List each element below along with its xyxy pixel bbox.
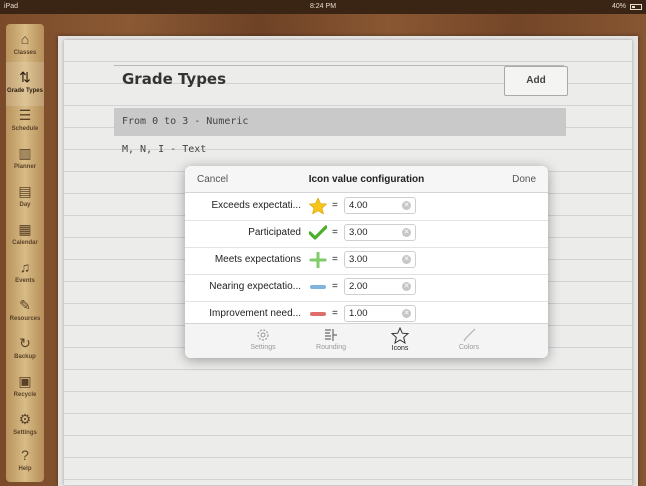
help-icon: ? (21, 447, 29, 463)
sidebar-item-label: Recycle (13, 392, 37, 398)
battery-percent: 40% (611, 3, 626, 10)
clear-icon[interactable]: ✕ (402, 201, 411, 210)
star-icon (308, 197, 328, 215)
equals-sign: = (332, 200, 338, 211)
sidebar-item-label: Resources (9, 316, 41, 322)
sidebar-item-label: Events (15, 278, 35, 284)
checkmark-icon (308, 225, 328, 241)
bell-icon: ♫ (19, 259, 31, 275)
sidebar-item-help[interactable]: ? Help (6, 442, 44, 482)
plus-icon (309, 251, 327, 269)
tab-label: Settings (250, 344, 276, 351)
sidebar-item-label: Day (19, 202, 31, 208)
icon-value-row: Meets expectations = 3.00 ✕ (185, 247, 548, 275)
icon-value-input[interactable]: 3.00 ✕ (344, 224, 416, 241)
home-icon: ⌂ (20, 31, 30, 47)
equals-sign: = (332, 254, 338, 265)
done-button[interactable]: Done (512, 174, 536, 185)
sidebar-item-label: Classes (13, 50, 37, 56)
red-dash-icon (309, 306, 327, 322)
icon-value-input[interactable]: 2.00 ✕ (344, 278, 416, 295)
modal-title: Icon value configuration (308, 174, 425, 185)
icon-value-text: 2.00 (349, 281, 368, 292)
sidebar-item-label: Settings (13, 430, 37, 436)
icon-row-name: Meets expectations (214, 254, 301, 265)
icon-value-text: 3.00 (349, 254, 368, 265)
icon-value-row: Participated = 3.00 ✕ (185, 220, 548, 248)
page-title: Grade Types (122, 70, 227, 88)
tab-icons[interactable]: Icons (370, 324, 430, 358)
grade-type-row[interactable]: M, N, I - Text (114, 136, 566, 164)
battery-icon (630, 4, 642, 10)
equals-sign: = (332, 308, 338, 319)
sidebar-item-label: Grade Types (7, 88, 43, 94)
tab-settings[interactable]: Settings (233, 324, 293, 358)
modal-header: Cancel Icon value configuration Done (185, 166, 548, 193)
sidebar-item-label: Schedule (11, 126, 39, 132)
tab-label: Colors (458, 344, 480, 351)
tab-rounding[interactable]: Rounding (301, 324, 361, 358)
gear-icon (257, 329, 269, 341)
icon-value-input[interactable]: 3.00 ✕ (344, 251, 416, 268)
rounding-icon (325, 329, 337, 341)
icon-row-name: Exceeds expectati... (211, 200, 302, 211)
clear-icon[interactable]: ✕ (402, 282, 411, 291)
grade-type-row[interactable]: From 0 to 3 - Numeric (114, 108, 566, 136)
sidebar-item-label: Help (18, 466, 32, 472)
day-icon: ▤ (18, 183, 32, 199)
gear-icon: ⚙ (18, 411, 32, 427)
icon-value-input[interactable]: 1.00 ✕ (344, 305, 416, 322)
sidebar-item-label: Planner (13, 164, 36, 170)
clear-icon[interactable]: ✕ (402, 228, 411, 237)
icon-row-name: Nearing expectatio... (209, 281, 301, 292)
tab-label: Rounding (316, 344, 346, 351)
sidebar-item-label: Backup (14, 354, 36, 360)
sidebar: ⌂ Classes ⇅ Grade Types ☰ Schedule ▥ Pla… (6, 24, 44, 482)
list-icon: ☰ (18, 107, 32, 123)
icon-row-name: Improvement need... (209, 308, 301, 319)
equals-sign: = (332, 227, 338, 238)
add-button[interactable]: Add (504, 66, 568, 96)
trash-icon: ▣ (18, 373, 32, 389)
clear-icon[interactable]: ✕ (402, 309, 411, 318)
book-icon: ▥ (18, 145, 32, 161)
icon-value-text: 4.00 (349, 200, 368, 211)
brush-icon (463, 328, 476, 342)
icon-value-input[interactable]: 4.00 ✕ (344, 197, 416, 214)
status-bar: iPad 8:24 PM 40% (0, 0, 646, 14)
blue-dash-icon (309, 279, 327, 295)
star-outline-icon (391, 327, 409, 344)
icon-value-text: 1.00 (349, 308, 368, 319)
paperclip-icon: ✎ (19, 297, 31, 313)
icon-value-row: Nearing expectatio... = 2.00 ✕ (185, 274, 548, 302)
sort-arrows-icon: ⇅ (19, 69, 31, 85)
tab-colors[interactable]: Colors (439, 324, 499, 358)
backup-icon: ↻ (19, 335, 31, 351)
clear-icon[interactable]: ✕ (402, 255, 411, 264)
sidebar-item-label: Calendar (12, 240, 38, 246)
icon-row-name: Participated (248, 227, 301, 238)
clock: 8:24 PM (309, 3, 337, 10)
tab-label: Icons (391, 345, 409, 352)
battery-level (632, 6, 635, 8)
calendar-icon: ▦ (18, 221, 32, 237)
icon-value-row: Exceeds expectati... = 4.00 ✕ (185, 193, 548, 221)
icon-value-config-modal: Cancel Icon value configuration Done Exc… (185, 166, 548, 358)
modal-tab-bar: Settings Rounding Icons Colors (185, 323, 548, 358)
title-underline (114, 65, 564, 66)
icon-value-text: 3.00 (349, 227, 368, 238)
equals-sign: = (332, 281, 338, 292)
